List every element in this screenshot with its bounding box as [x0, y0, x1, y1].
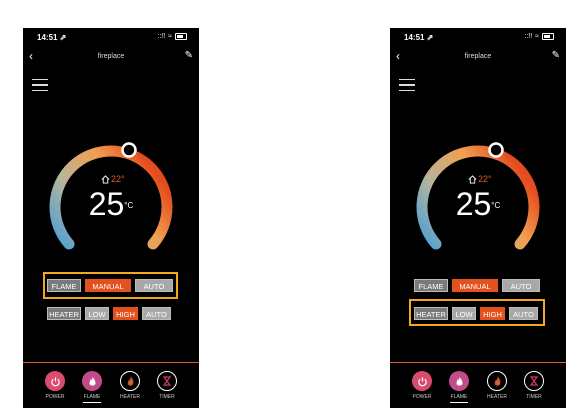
signal-icon: ::!! [157, 33, 166, 40]
home-icon [101, 174, 110, 184]
tab-power[interactable]: POWER [40, 371, 70, 400]
wifi-icon: ≈ [535, 33, 539, 40]
tab-label-power: POWER [45, 394, 65, 400]
phone-screen-right: 14:51 ⇗ ::!! ≈ ‹ fireplace ✎ 22° 25°C FL… [390, 28, 566, 408]
power-icon [412, 371, 432, 391]
edit-icon[interactable]: ✎ [185, 50, 193, 61]
tab-label-power: POWER [412, 394, 432, 400]
flame-manual-button[interactable]: MANUAL [452, 279, 498, 292]
heater-high-button[interactable]: HIGH [113, 307, 138, 320]
heater-high-button[interactable]: HIGH [480, 307, 505, 320]
menu-icon[interactable] [399, 79, 415, 91]
heater-low-button[interactable]: LOW [452, 307, 476, 320]
tab-flame[interactable]: FLAME [444, 371, 474, 404]
status-bar: 14:51 ⇗ ::!! ≈ [23, 28, 199, 44]
power-icon [45, 371, 65, 391]
tab-timer[interactable]: TIMER [519, 371, 549, 400]
heater-label: HEATER [414, 307, 448, 320]
flame-manual-button[interactable]: MANUAL [85, 279, 131, 292]
status-icons: ::!! ≈ [157, 33, 187, 40]
set-temperature-value: 22° [111, 174, 125, 184]
flame-controls: FLAME MANUAL AUTO [414, 279, 540, 292]
tab-label-flame: FLAME [83, 394, 101, 400]
tab-label-timer: TIMER [159, 394, 175, 400]
flame-icon [82, 371, 102, 391]
temperature-unit: °C [491, 201, 501, 210]
phone-screen-left: 14:51 ⇗ ::!! ≈ ‹ fireplace ✎ 22° 25°C FL… [23, 28, 199, 408]
tab-heater[interactable]: HEATER [115, 371, 145, 400]
flame-controls: FLAME MANUAL AUTO [47, 279, 173, 292]
set-temperature-value: 22° [478, 174, 492, 184]
hourglass-icon [524, 371, 544, 391]
current-temperature-value: 25 [455, 186, 492, 222]
page-title: fireplace [97, 53, 125, 60]
tab-label-timer: TIMER [526, 394, 542, 400]
flame-auto-button[interactable]: AUTO [135, 279, 173, 292]
active-tab-indicator [450, 402, 468, 404]
nav-bar: ‹ fireplace ✎ [23, 48, 199, 66]
battery-icon [175, 33, 187, 40]
heater-auto-button[interactable]: AUTO [142, 307, 171, 320]
flame-label: FLAME [47, 279, 81, 292]
tab-label-flame: FLAME [450, 394, 468, 400]
temperature-unit: °C [124, 201, 134, 210]
tab-heater[interactable]: HEATER [482, 371, 512, 400]
tab-power[interactable]: POWER [407, 371, 437, 400]
flame-icon [449, 371, 469, 391]
heater-controls: HEATER LOW HIGH AUTO [47, 307, 171, 320]
heater-label: HEATER [47, 307, 81, 320]
heater-icon [120, 371, 140, 391]
tab-bar: POWER FLAME HEATER TIMER [390, 362, 566, 408]
tab-timer[interactable]: TIMER [152, 371, 182, 400]
hourglass-icon [157, 371, 177, 391]
dial-handle[interactable] [121, 142, 137, 158]
signal-icon: ::!! [524, 33, 533, 40]
status-time: 14:51 ⇗ [404, 33, 434, 42]
set-temperature: 22° [101, 174, 125, 184]
dial-handle[interactable] [488, 142, 504, 158]
current-temperature-value: 25 [88, 186, 125, 222]
flame-label: FLAME [414, 279, 448, 292]
tab-flame[interactable]: FLAME [77, 371, 107, 404]
tab-bar: POWER FLAME HEATER TIMER [23, 362, 199, 408]
nav-bar: ‹ fireplace ✎ [390, 48, 566, 66]
home-icon [468, 174, 477, 184]
edit-icon[interactable]: ✎ [552, 50, 560, 61]
status-icons: ::!! ≈ [524, 33, 554, 40]
status-bar: 14:51 ⇗ ::!! ≈ [390, 28, 566, 44]
page-title: fireplace [464, 53, 492, 60]
heater-auto-button[interactable]: AUTO [509, 307, 538, 320]
tab-label-heater: HEATER [487, 394, 507, 400]
heater-controls: HEATER LOW HIGH AUTO [414, 307, 538, 320]
flame-auto-button[interactable]: AUTO [502, 279, 540, 292]
status-time: 14:51 ⇗ [37, 33, 67, 42]
heater-icon [487, 371, 507, 391]
tab-label-heater: HEATER [120, 394, 140, 400]
current-temperature: 25°C [23, 188, 199, 220]
wifi-icon: ≈ [168, 33, 172, 40]
active-tab-indicator [83, 402, 101, 404]
current-temperature: 25°C [390, 188, 566, 220]
set-temperature: 22° [468, 174, 492, 184]
heater-low-button[interactable]: LOW [85, 307, 109, 320]
battery-icon [542, 33, 554, 40]
menu-icon[interactable] [32, 79, 48, 91]
